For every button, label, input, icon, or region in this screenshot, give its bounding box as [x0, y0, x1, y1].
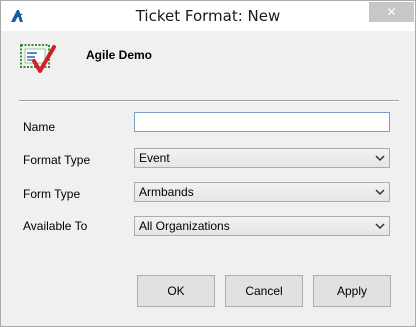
dialog-window: Ticket Format: New ✕ Agile Demo Name For…: [0, 0, 416, 327]
dialog-header: Agile Demo: [8, 31, 408, 86]
close-button[interactable]: ✕: [369, 2, 414, 22]
form-type-value: Armbands: [139, 185, 194, 199]
chevron-down-icon: [375, 189, 385, 196]
header-separator: [19, 100, 399, 102]
available-to-select[interactable]: All Organizations: [134, 216, 390, 236]
apply-button[interactable]: Apply: [313, 275, 391, 307]
header-title: Agile Demo: [86, 48, 153, 62]
name-label: Name: [23, 120, 56, 134]
format-type-label: Format Type: [23, 153, 91, 167]
ok-button[interactable]: OK: [137, 275, 215, 307]
form-type-select[interactable]: Armbands: [134, 182, 390, 202]
name-input[interactable]: [134, 112, 390, 132]
ticket-check-icon: [20, 44, 56, 73]
format-type-select[interactable]: Event: [134, 148, 390, 168]
form-type-label: Form Type: [23, 187, 81, 201]
format-type-value: Event: [139, 151, 170, 165]
cancel-button[interactable]: Cancel: [225, 275, 303, 307]
chevron-down-icon: [375, 223, 385, 230]
available-to-label: Available To: [23, 219, 88, 233]
chevron-down-icon: [375, 155, 385, 162]
title-bar[interactable]: Ticket Format: New ✕: [1, 1, 415, 31]
window-title: Ticket Format: New: [135, 7, 281, 25]
app-logo-icon: [11, 10, 23, 22]
available-to-value: All Organizations: [139, 219, 230, 233]
